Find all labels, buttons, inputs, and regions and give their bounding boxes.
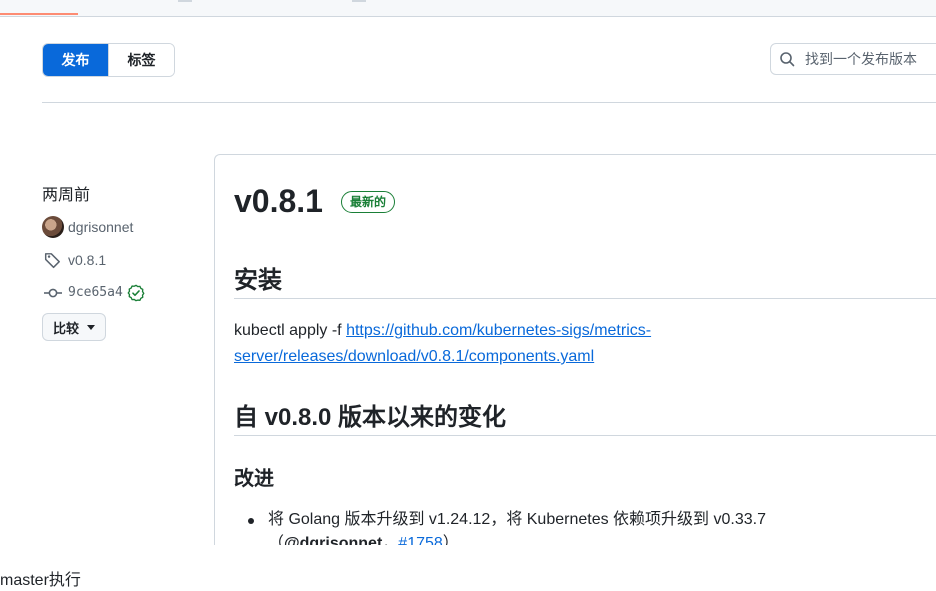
caret-down-icon xyxy=(87,324,95,330)
pr-link[interactable]: #1758 xyxy=(398,535,443,545)
tag-icon xyxy=(44,252,60,268)
release-card: v0.8.1 最新的 安装 kubectl apply -f https://g… xyxy=(214,154,936,545)
caption-text: master执行 xyxy=(0,572,81,589)
release-header: v0.8.1 最新的 xyxy=(234,183,395,220)
search-input[interactable] xyxy=(805,51,935,67)
install-heading: 安装 xyxy=(234,267,282,294)
active-tab-underline xyxy=(0,13,78,15)
list-item-sep: ， xyxy=(382,535,399,545)
install-paragraph: kubectl apply -f https://github.com/kube… xyxy=(234,318,714,370)
release-title[interactable]: v0.8.1 xyxy=(234,183,323,220)
verified-check-icon[interactable] xyxy=(127,284,145,302)
release-search[interactable] xyxy=(770,43,936,75)
latest-badge: 最新的 xyxy=(340,190,395,213)
releases-tags-switcher: 发布 标签 xyxy=(42,43,175,77)
compare-button[interactable]: 比较 xyxy=(42,313,106,341)
tab-releases[interactable]: 发布 xyxy=(43,44,108,76)
list-item-close-paren: ） xyxy=(442,535,459,545)
avatar[interactable] xyxy=(42,215,64,238)
item-author-link[interactable]: @dgrisonnet xyxy=(284,535,382,545)
install-command: kubectl apply -f xyxy=(234,322,347,339)
commit-link[interactable]: 9ce65a4 xyxy=(68,285,123,300)
tag-row[interactable]: v0.8.1 xyxy=(42,243,202,276)
changes-heading: 自 v0.8.0 版本以来的变化 xyxy=(234,404,507,431)
author-link[interactable]: dgrisonnet xyxy=(68,219,133,235)
nav-tab-stub[interactable] xyxy=(178,0,192,2)
list-bullet xyxy=(248,518,254,524)
release-time: 两周前 xyxy=(42,187,91,204)
search-icon xyxy=(780,52,795,67)
list-item-text: 将 Golang 版本升级到 v1.24.12，将 Kubernetes 依赖项… xyxy=(268,511,766,528)
header-divider xyxy=(42,102,936,103)
improvements-list: 将 Golang 版本升级到 v1.24.12，将 Kubernetes 依赖项… xyxy=(248,508,868,545)
nav-tab-stub[interactable] xyxy=(352,0,366,2)
heading-rule xyxy=(234,435,936,436)
release-meta-sidebar: 两周前 dgrisonnet v0.8.1 9ce65a4 比较 xyxy=(42,180,202,341)
author-row[interactable]: dgrisonnet xyxy=(42,210,202,243)
list-item-open-paren: （ xyxy=(268,535,285,545)
commit-row[interactable]: 9ce65a4 xyxy=(42,276,202,309)
top-nav-strip xyxy=(0,0,936,17)
improvements-heading: 改进 xyxy=(234,468,274,490)
compare-label: 比较 xyxy=(52,320,79,336)
tab-tags[interactable]: 标签 xyxy=(108,44,174,76)
commit-icon xyxy=(44,288,62,297)
heading-rule xyxy=(234,298,936,299)
tag-link[interactable]: v0.8.1 xyxy=(68,252,106,268)
list-item: 将 Golang 版本升级到 v1.24.12，将 Kubernetes 依赖项… xyxy=(248,508,868,545)
